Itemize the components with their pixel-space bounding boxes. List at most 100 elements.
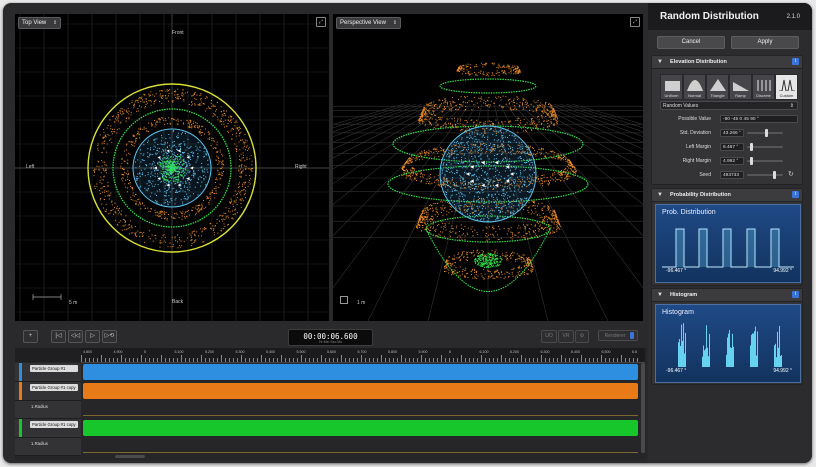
right-margin-label: Right Margin — [682, 158, 711, 164]
timecode-units: Hr Min Sec Ms — [319, 340, 342, 344]
track-clip[interactable] — [83, 364, 638, 380]
expand-icon[interactable]: ⤢ — [630, 17, 640, 27]
loop-icon[interactable]: ▷⟲ — [102, 330, 117, 343]
track-header[interactable]: 1.Radius — [15, 438, 81, 456]
seed-field[interactable]: 493733 — [720, 171, 744, 179]
slider-knob[interactable] — [750, 143, 754, 151]
horizontal-scrollbar[interactable] — [115, 455, 145, 458]
apply-button[interactable]: Apply — [731, 36, 799, 49]
slider-knob[interactable] — [772, 171, 776, 179]
left-margin-slider[interactable] — [747, 143, 783, 151]
ruler-tick: 6.200 — [510, 350, 519, 354]
view-select-perspective[interactable]: Perspective View ⇕ — [336, 17, 401, 29]
dist-uniform-button[interactable]: Uniform — [660, 74, 683, 100]
possible-value-label: Possible Value — [678, 116, 711, 122]
info-icon[interactable]: i — [792, 291, 799, 298]
ruler-tick: 6.6 — [632, 350, 637, 354]
dist-discrete-button[interactable]: Discrete — [752, 74, 775, 100]
dist-custom-button[interactable]: Custom — [775, 74, 798, 100]
track-header[interactable]: Particle Group #1 copy — [15, 419, 81, 438]
scale-label: 5 m — [69, 300, 78, 306]
track-name[interactable]: Particle Group #1 copy — [30, 421, 78, 428]
std-deviation-slider[interactable] — [747, 129, 783, 137]
right-margin-field[interactable]: 4.992 ° — [720, 157, 744, 165]
random-mode-dropdown[interactable]: Random Values ⇕ — [660, 101, 798, 110]
front-label: Front — [172, 30, 184, 36]
right-margin-slider[interactable] — [747, 157, 783, 165]
ruler-tick: 6.300 — [540, 350, 550, 354]
time-ruler[interactable]: 4.800 4.900 5 5.100 5.200 5.300 5.400 5.500 5.60… — [81, 348, 645, 363]
perspective-canvas — [333, 62, 643, 321]
histogram-graph: Histogram -96.467 ° 94.992 ° — [655, 304, 801, 383]
dist-triangle-button[interactable]: Triangle — [706, 74, 729, 100]
graph-min-label: -96.467 ° — [666, 268, 687, 274]
possible-value-field[interactable]: -90 -45 0 45 90 ° — [720, 115, 798, 123]
ruler-tick: 4.900 — [113, 350, 123, 354]
add-icon[interactable]: + — [23, 330, 38, 343]
slider-knob[interactable] — [749, 157, 753, 165]
expand-icon[interactable]: ⤢ — [316, 17, 326, 27]
info-icon[interactable]: i — [792, 191, 799, 198]
back-label: Back — [172, 299, 184, 305]
ruler-tick: 5 — [144, 350, 146, 354]
track-header[interactable]: Particle Group #1 — [15, 363, 81, 382]
ruler-tick: 5.100 — [174, 350, 184, 354]
track-clip[interactable] — [83, 383, 638, 399]
panel-header: Random Distribution 2.1.0 — [648, 3, 812, 30]
ruler-tick: 6.500 — [601, 350, 611, 354]
ruler-tick: 5.800 — [388, 350, 397, 354]
graph-max-label: 94.992 ° — [773, 368, 792, 374]
dist-normal-button[interactable]: Normal — [683, 74, 706, 100]
step-back-icon[interactable]: ◁◁ — [68, 330, 83, 343]
probability-graph: Prob. Distribution -96.467 ° 94.992 ° — [655, 204, 801, 283]
section-header[interactable]: ▼ Probability Distribution i — [652, 189, 802, 202]
view-select-top[interactable]: Top View ⇕ — [18, 17, 62, 29]
track-header[interactable]: 1.Radius — [15, 401, 81, 419]
seed-slider[interactable] — [747, 171, 783, 179]
cancel-button[interactable]: Cancel — [657, 36, 725, 49]
seed-label: Seed — [699, 172, 711, 178]
section-header[interactable]: ▼ Histogram i — [652, 289, 802, 302]
renderer-toggle-icon[interactable] — [630, 332, 634, 339]
disclosure-triangle-icon[interactable]: ▼ — [657, 59, 663, 65]
dist-ramp-button[interactable]: Ramp — [729, 74, 752, 100]
ruler-tick: 6.100 — [479, 350, 489, 354]
settings-gear-icon[interactable]: ⚙ — [575, 330, 589, 343]
top-view-viewport[interactable]: Top View ⇕ ⤢ Front Back Left Right 5 m — [15, 14, 329, 321]
play-icon[interactable]: ▷ — [85, 330, 100, 343]
track-header[interactable]: Particle Group #1 copy — [15, 382, 81, 401]
std-deviation-field[interactable]: 43.266 ° — [720, 129, 744, 137]
track-color-strip — [19, 382, 22, 400]
std-deviation-label: Std. Deviation — [679, 130, 711, 136]
track-color-strip — [19, 419, 22, 437]
info-icon[interactable]: i — [792, 58, 799, 65]
track-name[interactable]: Particle Group #1 — [30, 365, 78, 372]
random-distribution-panel: Random Distribution 2.1.0 Cancel Apply ▼… — [648, 3, 812, 463]
app-window: Top View ⇕ ⤢ Front Back Left Right 5 m Pe… — [3, 3, 812, 463]
section-title: Histogram — [670, 292, 698, 298]
track-clip[interactable] — [83, 420, 638, 436]
uo-button[interactable]: UO — [541, 330, 557, 343]
disclosure-triangle-icon[interactable]: ▼ — [657, 192, 663, 198]
ruler-tick: 5.700 — [357, 350, 367, 354]
graph-min-label: -96.467 ° — [666, 368, 687, 374]
vr-button[interactable]: VR — [558, 330, 574, 343]
elevation-section: ▼ Elevation Distribution i Uniform Norma… — [651, 55, 803, 185]
track-name[interactable]: Particle Group #1 copy — [30, 384, 78, 391]
probability-section: ▼ Probability Distribution i Prob. Distr… — [651, 188, 803, 286]
refresh-seed-icon[interactable]: ↻ — [788, 170, 794, 178]
timeline-scrollbar[interactable] — [641, 363, 645, 453]
distribution-type-buttons: Uniform Normal Triangle Ramp Discrete Cu… — [660, 74, 798, 100]
perspective-viewport[interactable]: Perspective View ⇕ ⤢ 1 m — [333, 14, 643, 321]
transport-bar: + |◁ ◁◁ ▷ ▷⟲ 00:00:06.600 Hr Min Sec Ms … — [15, 326, 643, 348]
left-label: Left — [26, 164, 35, 170]
go-to-start-icon[interactable]: |◁ — [51, 330, 66, 343]
histogram-section: ▼ Histogram i Histogram -96.467 ° 94.992… — [651, 288, 803, 385]
left-margin-field[interactable]: 6.467 ° — [720, 143, 744, 151]
ruler-tick: 6 — [449, 350, 451, 354]
ruler-tick: 6.400 — [571, 350, 580, 354]
section-header[interactable]: ▼ Elevation Distribution i — [652, 56, 802, 69]
ruler-tick: 5.300 — [235, 350, 245, 354]
slider-knob[interactable] — [765, 129, 769, 137]
disclosure-triangle-icon[interactable]: ▼ — [657, 292, 663, 298]
